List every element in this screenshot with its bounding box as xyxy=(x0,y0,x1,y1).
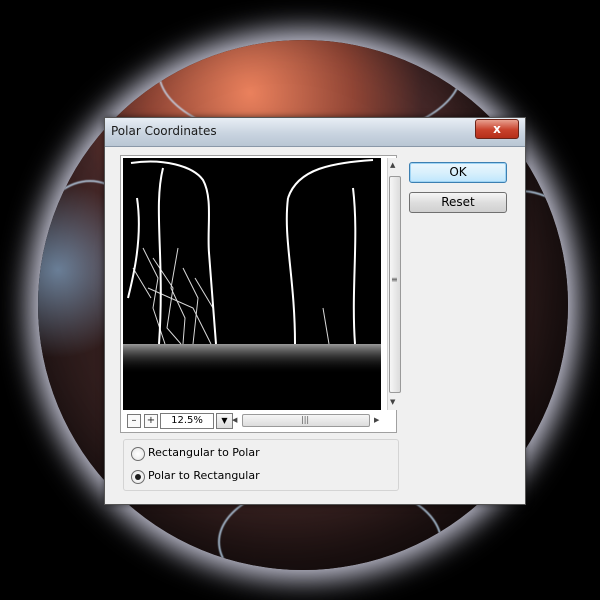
scroll-left-icon[interactable]: ◀ xyxy=(232,416,237,424)
zoom-out-button[interactable]: – xyxy=(127,414,141,428)
horizontal-scroll-thumb[interactable]: ||| xyxy=(242,414,370,427)
conversion-options: Rectangular to Polar Polar to Rectangula… xyxy=(123,439,399,491)
zoom-in-button[interactable]: + xyxy=(144,414,158,428)
zoom-dropdown-button[interactable]: ▼ xyxy=(216,413,233,429)
radio-rectangular-to-polar[interactable] xyxy=(131,447,145,461)
close-button[interactable]: x xyxy=(475,119,519,139)
grip-icon: ≡ xyxy=(391,275,398,284)
radio-selected-dot xyxy=(135,474,141,480)
minus-icon: – xyxy=(131,415,137,426)
vertical-scrollbar[interactable]: ▲ ≡ ▼ xyxy=(387,158,401,410)
polar-coordinates-dialog: Polar Coordinates x ▲ ≡ ▼ – + 12.5% ▼ ◀ … xyxy=(104,117,526,505)
scroll-up-icon[interactable]: ▲ xyxy=(390,161,395,169)
option-label: Rectangular to Polar xyxy=(148,446,260,459)
preview-image[interactable] xyxy=(123,158,381,410)
close-icon: x xyxy=(493,122,501,136)
option-label: Polar to Rectangular xyxy=(148,469,260,482)
preview-lightning xyxy=(123,159,381,374)
grip-icon: ||| xyxy=(301,415,310,424)
vertical-scroll-thumb[interactable]: ≡ xyxy=(389,176,401,393)
plus-icon: + xyxy=(146,415,156,426)
zoom-level-field[interactable]: 12.5% xyxy=(160,413,214,429)
ok-button[interactable]: OK xyxy=(409,162,507,183)
scroll-right-icon[interactable]: ▶ xyxy=(374,416,379,424)
reset-button[interactable]: Reset xyxy=(409,192,507,213)
dialog-title: Polar Coordinates xyxy=(111,124,217,138)
preview-controls: – + 12.5% ▼ ◀ ||| ▶ xyxy=(123,413,395,429)
preview-panel: ▲ ≡ ▼ – + 12.5% ▼ ◀ ||| ▶ xyxy=(120,155,401,433)
chevron-down-icon: ▼ xyxy=(221,416,228,425)
radio-polar-to-rectangular[interactable] xyxy=(131,470,145,484)
horizontal-scrollbar[interactable]: ◀ ||| ▶ xyxy=(232,414,380,427)
scroll-down-icon[interactable]: ▼ xyxy=(390,398,395,406)
dialog-content: ▲ ≡ ▼ – + 12.5% ▼ ◀ ||| ▶ OK Reset Recta… xyxy=(113,151,517,497)
title-bar[interactable]: Polar Coordinates x xyxy=(105,118,525,147)
